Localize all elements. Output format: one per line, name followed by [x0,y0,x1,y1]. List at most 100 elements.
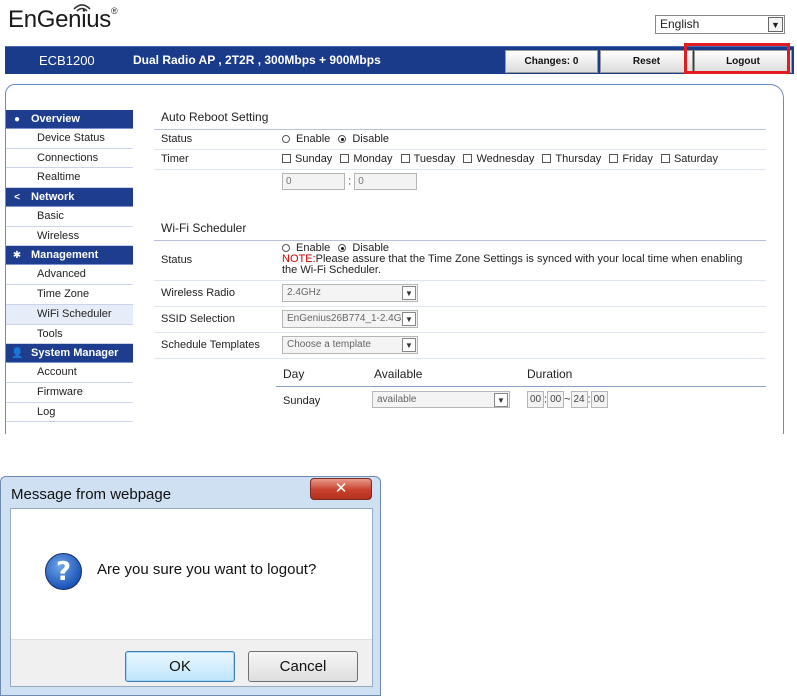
sidebar-item-account[interactable]: Account [6,363,133,383]
end-minute-input[interactable]: 00 [590,391,608,408]
engenius-logo: EnGenius® [8,4,118,40]
ssid-selection-value: EnGenius26B774_1-2.4GHz [287,313,414,324]
reset-button[interactable]: Reset [600,50,693,73]
wireless-radio-value: 2.4GHz [287,287,321,298]
sidebar-section-label: Overview [31,113,80,125]
day-checkboxes: Sunday Monday Tuesday Wednesday Thursday… [282,153,723,165]
logout-confirm-dialog: Message from webpage ✕ ? Are you sure yo… [0,476,381,696]
start-minute-input[interactable]: 00 [547,391,565,408]
close-icon: ✕ [334,480,348,497]
wifi-scheduler-status-label: Status [161,254,193,266]
dialog-title: Message from webpage [11,486,172,503]
schedule-templates-select[interactable]: Choose a template ▼ [282,336,418,354]
scheduler-enable-radio[interactable] [282,244,290,252]
auto-reboot-disable-radio[interactable] [338,135,347,143]
auto-reboot-timer-label: Timer [161,153,189,165]
dialog-body: ? Are you sure you want to logout? OK Ca… [10,508,373,687]
sidebar-section-label: Network [31,191,75,204]
user-icon: 👤 [11,348,24,360]
auto-reboot-title: Auto Reboot Setting [154,104,766,130]
wifi-scheduler-title: Wi-Fi Scheduler [154,215,766,241]
ssid-selection-label: SSID Selection [161,313,235,325]
gear-icon: ✱ [12,250,22,262]
reboot-minute-input[interactable]: 0 [354,173,418,190]
day-label: Monday [353,153,393,165]
sidebar-item-firmware[interactable]: Firmware [6,382,133,403]
time-separator: : [348,175,352,188]
sidebar-item-time-zone[interactable]: Time Zone [6,285,133,305]
sidebar-item-device-status[interactable]: Device Status [6,129,133,149]
share-icon: < [14,192,20,204]
sidebar-section-management[interactable]: ✱ Management [6,246,133,266]
end-hour-input[interactable]: 24 [570,391,588,408]
scheduler-disable-radio[interactable] [338,244,347,252]
day-label: Wednesday [476,153,535,165]
brand-name: EnGenius [8,6,111,33]
sidebar-item-connections[interactable]: Connections [6,148,133,169]
wifi-scheduler-status-row: Status Enable Disable NOTE:Please assure… [154,241,766,281]
web-admin-page: EnGenius® English ▼ ECB1200 Dual Radio A… [0,0,797,434]
row-available-select[interactable]: available ▼ [372,391,510,408]
close-button[interactable]: ✕ [310,478,372,500]
checkbox-tuesday[interactable] [400,154,410,163]
sidebar-item-realtime[interactable]: Realtime [6,168,133,189]
checkbox-sunday[interactable] [282,154,291,163]
sidebar-item-basic[interactable]: Basic [6,207,133,227]
logout-highlight-box [684,43,790,74]
table-row: Sunday available ▼ 00:00 ~24:00 [276,387,766,413]
sidebar-item-wireless[interactable]: Wireless [6,226,133,247]
row-available-value: available [377,394,417,405]
sidebar-item-log[interactable]: Log [6,402,133,423]
checkbox-monday[interactable] [340,154,350,163]
wireless-radio-label: Wireless Radio [161,287,235,299]
ssid-selection-select[interactable]: EnGenius26B774_1-2.4GHz ▼ [282,310,418,328]
note-text: Please assure that the Time Zone Setting… [282,253,743,276]
schedule-templates-value: Choose a template [287,339,371,350]
schedule-templates-row: Schedule Templates Choose a template ▼ [154,333,766,359]
ssid-selection-row: SSID Selection EnGenius26B774_1-2.4GHz ▼ [154,307,766,333]
changes-button[interactable]: Changes: 0 [505,50,598,73]
auto-reboot-disable-label: Disable [352,133,390,145]
ok-button[interactable]: OK [125,651,235,682]
chevron-down-icon: ▼ [402,286,416,300]
wifi-logo-icon [73,4,91,12]
dialog-footer: OK Cancel [11,639,372,686]
registered-mark: ® [111,6,118,16]
column-header-duration: Duration [527,367,573,381]
sidebar-item-advanced[interactable]: Advanced [6,265,133,286]
column-header-day: Day [283,367,305,381]
schedule-templates-label: Schedule Templates [161,339,260,351]
sidebar-section-overview[interactable]: ● Overview [6,110,133,129]
auto-reboot-status-options: Enable Disable [282,133,389,145]
language-select-value: English [660,17,700,31]
day-label: Sunday [295,153,333,165]
checkbox-thursday[interactable] [542,154,552,163]
model-name: ECB1200 [39,53,95,68]
sidebar-section-label: Management [31,249,99,262]
chevron-down-icon: ▼ [494,393,508,407]
cancel-button[interactable]: Cancel [248,651,358,682]
header-bar: ECB1200 Dual Radio AP , 2T2R , 300Mbps +… [5,46,794,74]
info-icon: ● [13,114,21,125]
day-label: Tuesday [413,153,456,165]
wireless-radio-select[interactable]: 2.4GHz ▼ [282,284,418,302]
sidebar-section-system-manager[interactable]: 👤 System Manager [6,344,133,364]
chevron-down-icon: ▼ [402,312,416,326]
day-label: Friday [622,153,653,165]
checkbox-friday[interactable] [609,154,619,163]
auto-reboot-time-row: 0 : 0 [154,170,766,195]
sidebar-item-tools[interactable]: Tools [6,324,133,345]
day-label: Saturday [673,153,718,165]
model-description: Dual Radio AP , 2T2R , 300Mbps + 900Mbps [133,53,381,67]
reboot-hour-input[interactable]: 0 [282,173,345,190]
language-select[interactable]: English ▼ [655,15,785,34]
dialog-message: Are you sure you want to logout? [97,561,317,578]
checkbox-wednesday[interactable] [463,154,473,163]
sidebar-item-wifi-scheduler[interactable]: WiFi Scheduler [6,304,133,325]
auto-reboot-timer-row: Timer Sunday Monday Tuesday Wednesday Th… [154,150,766,170]
checkbox-saturday[interactable] [660,154,670,163]
auto-reboot-status-label: Status [161,133,193,145]
start-hour-input[interactable]: 00 [527,391,544,408]
auto-reboot-enable-radio[interactable] [282,135,290,143]
sidebar-section-network[interactable]: < Network [6,188,133,208]
